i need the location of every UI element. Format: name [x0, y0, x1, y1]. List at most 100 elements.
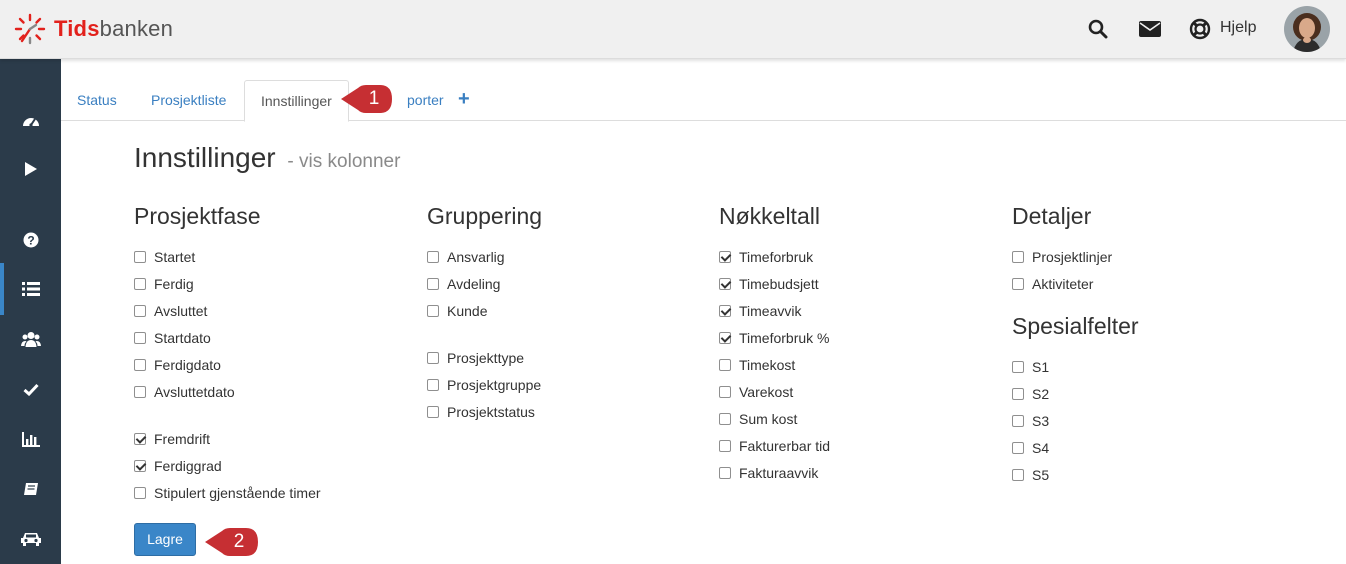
checkbox-label: Timeforbruk %	[739, 330, 830, 346]
checkbox-row[interactable]: Avsluttetdato	[134, 383, 235, 401]
checkbox-row[interactable]: Ferdiggrad	[134, 457, 222, 475]
checkbox-checked[interactable]	[719, 305, 731, 317]
logo-text: Tidsbanken	[54, 16, 174, 41]
checkbox-row[interactable]: S5	[1012, 466, 1049, 484]
checkbox-row[interactable]: Ferdigdato	[134, 356, 221, 374]
dashboard-icon	[22, 118, 39, 127]
tab-status[interactable]: Status	[61, 80, 133, 121]
checkbox-checked[interactable]	[719, 251, 731, 263]
logo[interactable]: Tidsbanken	[14, 13, 173, 45]
tab-bar: Status Prosjektliste Innstillinger porte…	[61, 59, 1346, 122]
checkbox-row[interactable]: Avsluttet	[134, 302, 207, 320]
checkbox-unchecked[interactable]	[427, 406, 439, 418]
checkbox-row[interactable]: Timeforbruk	[719, 248, 813, 266]
checkbox-row[interactable]: Timeavvik	[719, 302, 802, 320]
checkbox-row[interactable]: Prosjekttype	[427, 349, 524, 367]
page-subtitle: - vis kolonner	[287, 151, 401, 172]
checkbox-unchecked[interactable]	[134, 487, 146, 499]
checkbox-row[interactable]: Ferdig	[134, 275, 194, 293]
checkbox-unchecked[interactable]	[427, 278, 439, 290]
avatar[interactable]	[1284, 6, 1330, 52]
checkbox-unchecked[interactable]	[1012, 415, 1024, 427]
sidebar-item-projects[interactable]	[0, 263, 61, 315]
checkbox-row[interactable]: Avdeling	[427, 275, 500, 293]
checkbox-unchecked[interactable]	[719, 467, 731, 479]
search-icon[interactable]	[1086, 17, 1110, 41]
checkbox-row[interactable]: Prosjektgruppe	[427, 376, 541, 394]
checkbox-unchecked[interactable]	[1012, 251, 1024, 263]
checkbox-unchecked[interactable]	[134, 386, 146, 398]
checkbox-checked[interactable]	[134, 433, 146, 445]
checkbox-unchecked[interactable]	[1012, 442, 1024, 454]
svg-text:?: ?	[27, 234, 34, 248]
checkbox-unchecked[interactable]	[1012, 278, 1024, 290]
help-link[interactable]: Hjelp	[1220, 19, 1256, 37]
checkbox-label: Fakturaavvik	[739, 465, 819, 481]
checkbox-unchecked[interactable]	[134, 251, 146, 263]
checkbox-unchecked[interactable]	[719, 359, 731, 371]
checkbox-unchecked[interactable]	[1012, 361, 1024, 373]
checkbox-unchecked[interactable]	[719, 413, 731, 425]
checkbox-label: Ferdig	[154, 276, 194, 292]
checkbox-unchecked[interactable]	[719, 440, 731, 452]
checkbox-label: Timebudsjett	[739, 276, 819, 292]
sidebar-item-dashboard[interactable]	[0, 100, 61, 140]
checkbox-row[interactable]: Timekost	[719, 356, 795, 374]
checkbox-unchecked[interactable]	[719, 386, 731, 398]
envelope-icon[interactable]	[1138, 17, 1162, 41]
tab-innstillinger[interactable]: Innstillinger	[244, 80, 349, 122]
checkbox-row[interactable]: Ansvarlig	[427, 248, 505, 266]
checkbox-row[interactable]: Startdato	[134, 329, 211, 347]
checkbox-unchecked[interactable]	[134, 332, 146, 344]
checkbox-row[interactable]: S4	[1012, 439, 1049, 457]
checkbox-unchecked[interactable]	[1012, 469, 1024, 481]
checkbox-row[interactable]: Varekost	[719, 383, 793, 401]
checkbox-row[interactable]: Aktiviteter	[1012, 275, 1093, 293]
checkbox-unchecked[interactable]	[427, 379, 439, 391]
sidebar-item-approve[interactable]	[0, 369, 61, 409]
checkbox-row[interactable]: S2	[1012, 385, 1049, 403]
add-tab-icon[interactable]: +	[458, 88, 470, 111]
life-ring-icon[interactable]	[1188, 17, 1212, 41]
checkbox-checked[interactable]	[719, 278, 731, 290]
checkbox-unchecked[interactable]	[427, 352, 439, 364]
checkbox-row[interactable]: S3	[1012, 412, 1049, 430]
checkbox-row[interactable]: Timeforbruk %	[719, 329, 830, 347]
checkbox-label: Kunde	[447, 303, 488, 319]
checkbox-unchecked[interactable]	[134, 278, 146, 290]
checkbox-row[interactable]: Timebudsjett	[719, 275, 819, 293]
checkbox-row[interactable]: Kunde	[427, 302, 487, 320]
tab-rapporter[interactable]: porter	[391, 80, 460, 121]
checkbox-unchecked[interactable]	[1012, 388, 1024, 400]
sidebar-item-book[interactable]	[0, 469, 61, 509]
checkbox-row[interactable]: Sum kost	[719, 410, 797, 428]
checkbox-label: Fakturerbar tid	[739, 438, 831, 454]
checkbox-label: Timeavvik	[739, 303, 802, 319]
tab-prosjektliste[interactable]: Prosjektliste	[135, 80, 242, 121]
checkbox-unchecked[interactable]	[427, 251, 439, 263]
checkbox-row[interactable]: Fakturerbar tid	[719, 437, 830, 455]
checkbox-checked[interactable]	[134, 460, 146, 472]
checkbox-label: Prosjektgruppe	[447, 377, 542, 393]
sidebar-item-car[interactable]	[0, 519, 61, 559]
checkbox-row[interactable]: Prosjektstatus	[427, 403, 535, 421]
checkbox-checked[interactable]	[719, 332, 731, 344]
sidebar-item-reports[interactable]	[0, 419, 61, 459]
checkbox-row[interactable]: Startet	[134, 248, 195, 266]
checkbox-label: Avdeling	[447, 276, 501, 292]
checkbox-unchecked[interactable]	[134, 359, 146, 371]
bar-chart-icon	[21, 431, 40, 447]
checkbox-unchecked[interactable]	[427, 305, 439, 317]
checkbox-row[interactable]: S1	[1012, 358, 1049, 376]
question-icon: ?	[23, 232, 38, 248]
sidebar-item-play[interactable]	[0, 149, 61, 189]
sidebar-item-help[interactable]: ?	[0, 220, 61, 260]
checkbox-row[interactable]: Prosjektlinjer	[1012, 248, 1112, 266]
sidebar-item-users[interactable]	[0, 319, 61, 359]
section-title-gruppering: Gruppering	[427, 203, 543, 229]
save-button[interactable]: Lagre	[134, 523, 196, 556]
checkbox-row[interactable]: Fremdrift	[134, 430, 210, 448]
checkbox-row[interactable]: Fakturaavvik	[719, 464, 818, 482]
checkbox-unchecked[interactable]	[134, 305, 146, 317]
checkbox-row[interactable]: Stipulert gjenstående timer	[134, 484, 321, 502]
